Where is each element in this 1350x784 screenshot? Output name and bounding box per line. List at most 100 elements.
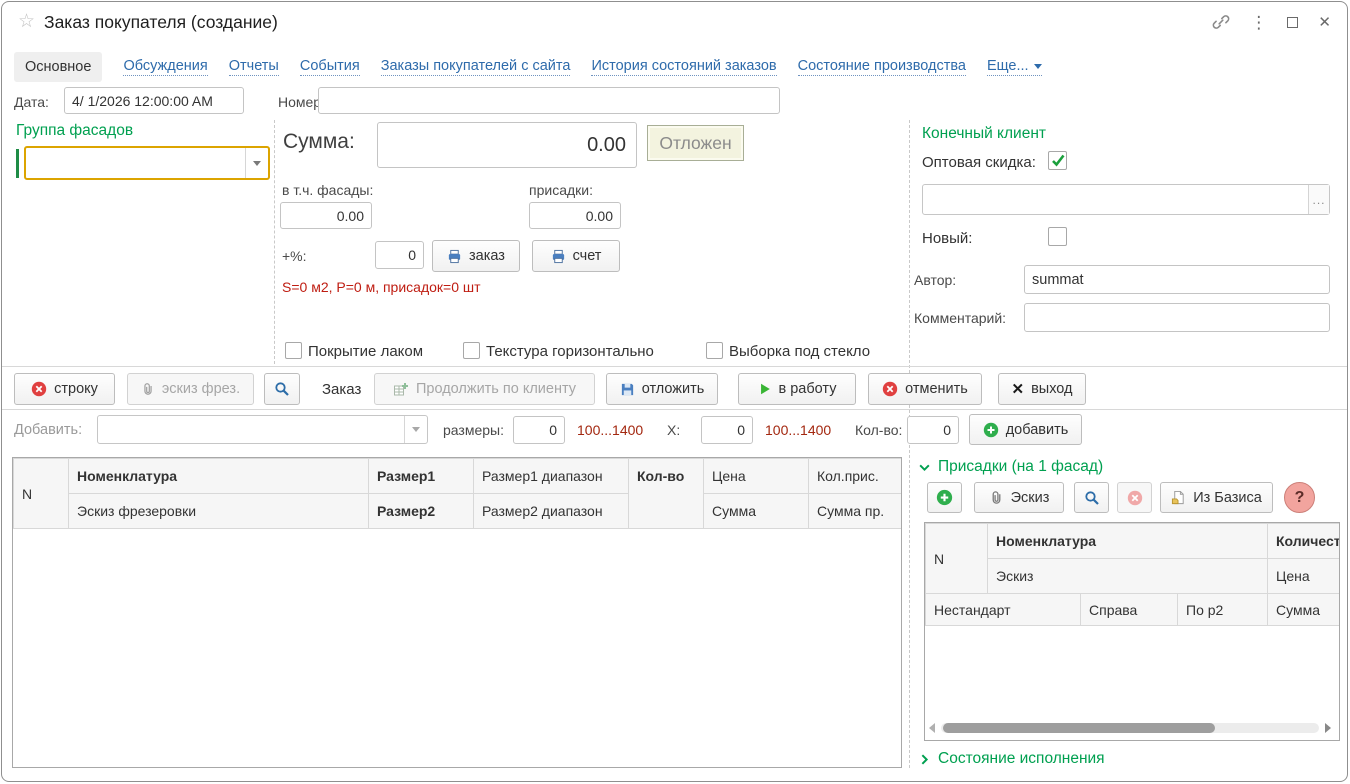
tab-production-state[interactable]: Состояние производства	[798, 58, 966, 76]
page-title: Заказ покупателя (создание)	[44, 12, 278, 33]
cross-icon: ✕	[1012, 380, 1025, 398]
delete-row-button[interactable]: строку	[14, 373, 115, 405]
scroll-right-arrow[interactable]	[1325, 723, 1331, 733]
additives-sketch-button[interactable]: Эскиз	[974, 482, 1064, 513]
add-button[interactable]: добавить	[969, 414, 1082, 445]
horizontal-scrollbar[interactable]	[929, 721, 1331, 735]
tab-more[interactable]: Еще...	[987, 58, 1042, 76]
order-form-window: ☆ Заказ покупателя (создание) ⋮ ✕ Основн…	[1, 1, 1348, 782]
search-button[interactable]	[264, 373, 300, 405]
dropdown-arrow-icon	[253, 161, 261, 166]
print-invoice-button[interactable]: счет	[532, 240, 620, 272]
size1-input[interactable]	[513, 416, 565, 444]
additives-section-header[interactable]: Присадки (на 1 фасад)	[918, 458, 1103, 476]
sizes-label: размеры:	[443, 422, 504, 438]
client-input[interactable]	[923, 185, 1308, 214]
glass-checkbox[interactable]	[706, 342, 723, 359]
lacquer-checkbox[interactable]	[285, 342, 302, 359]
green-plus-circle-icon	[936, 489, 953, 506]
additives-sum-label: присадки:	[529, 182, 593, 198]
texture-checkbox[interactable]	[463, 342, 480, 359]
author-input[interactable]	[1024, 265, 1330, 294]
to-work-button[interactable]: в работу	[738, 373, 856, 405]
close-icon[interactable]: ✕	[1318, 15, 1331, 30]
add-nomenclature-input[interactable]	[98, 416, 404, 443]
sum-input[interactable]	[377, 122, 637, 168]
separator-horizontal-1	[2, 366, 1348, 367]
sum-label: Сумма:	[283, 130, 355, 154]
percent-input[interactable]	[375, 241, 424, 269]
size2-input[interactable]	[701, 416, 753, 444]
incl-facades-input[interactable]	[280, 202, 372, 229]
tab-site-orders[interactable]: Заказы покупателей с сайта	[381, 58, 571, 76]
order-items-table[interactable]: N Номенклатура Размер1 Размер1 диапазон …	[12, 457, 902, 768]
tab-discussions[interactable]: Обсуждения	[123, 58, 207, 76]
facade-group-combo[interactable]	[24, 146, 270, 180]
printer-icon	[551, 249, 566, 264]
date-input[interactable]	[64, 87, 244, 114]
x-label: X:	[667, 422, 680, 438]
help-button[interactable]: ?	[1284, 482, 1315, 513]
scrollbar-thumb[interactable]	[943, 723, 1215, 733]
add-nomenclature-combo[interactable]	[97, 415, 428, 444]
link-icon[interactable]	[1212, 13, 1230, 31]
tab-order-history[interactable]: История состояний заказов	[591, 58, 776, 76]
additives-search-button[interactable]	[1074, 482, 1109, 513]
favorite-star-icon[interactable]: ☆	[18, 12, 35, 31]
wholesale-label: Оптовая скидка:	[922, 154, 1036, 171]
tab-reports[interactable]: Отчеты	[229, 58, 279, 76]
red-cross-circle-icon	[31, 381, 47, 397]
col-header-qty: Кол-во	[629, 459, 704, 529]
client-section-title: Конечный клиент	[922, 125, 1046, 143]
tab-main[interactable]: Основное	[14, 52, 102, 82]
red-cross-circle-icon	[882, 381, 898, 397]
col-header-n: N	[14, 459, 69, 529]
wholesale-checkbox[interactable]	[1048, 151, 1067, 170]
facade-group-dropdown-button[interactable]	[245, 148, 268, 178]
paperclip-icon	[989, 490, 1004, 505]
additives-table[interactable]: N Номенклатура Количество Эскиз Цена Нес…	[924, 522, 1340, 741]
search-icon	[1084, 490, 1100, 506]
scrollbar-track[interactable]	[941, 723, 1319, 733]
additives-delete-button[interactable]	[1117, 482, 1152, 513]
maximize-icon[interactable]	[1287, 17, 1298, 28]
more-menu-icon[interactable]: ⋮	[1250, 14, 1267, 31]
additives-col-n: N	[926, 524, 988, 594]
additives-sum-input[interactable]	[529, 202, 621, 229]
percent-label: +%:	[282, 248, 307, 264]
exit-button[interactable]: ✕ выход	[998, 373, 1086, 405]
col-header-sum: Сумма	[704, 494, 809, 529]
col-header-add-qty: Кол.прис.	[809, 459, 902, 494]
additives-col-by-r2: По р2	[1178, 594, 1268, 626]
tab-bar: Основное Обсуждения Отчеты События Заказ…	[14, 52, 1042, 82]
qty-input[interactable]	[907, 416, 959, 444]
continue-by-client-button[interactable]: Продолжить по клиенту	[374, 373, 595, 405]
comment-input[interactable]	[1024, 303, 1330, 332]
additives-add-button[interactable]	[927, 482, 962, 513]
facade-group-label: Группа фасадов	[16, 122, 133, 140]
additives-col-right: Справа	[1081, 594, 1178, 626]
hold-order-button[interactable]: отложить	[606, 373, 718, 405]
client-field[interactable]: ...	[922, 184, 1330, 215]
additives-title: Присадки (на 1 фасад)	[938, 458, 1103, 476]
number-input[interactable]	[318, 87, 780, 114]
add-combo-dropdown-button[interactable]	[404, 416, 427, 443]
from-basis-button[interactable]: Из Базиса	[1160, 482, 1273, 513]
chevron-down-icon	[1034, 64, 1042, 69]
scroll-left-arrow[interactable]	[929, 723, 935, 733]
red-cross-circle-icon	[1127, 490, 1143, 506]
col-header-size1: Размер1	[369, 459, 474, 494]
print-order-button[interactable]: заказ	[432, 240, 520, 272]
col-header-nomenclature: Номенклатура	[69, 459, 369, 494]
cancel-order-button[interactable]: отменить	[868, 373, 982, 405]
sketch-milling-button[interactable]: эскиз фрез.	[127, 373, 254, 405]
facade-group-input[interactable]	[26, 148, 245, 178]
chevron-down-icon	[918, 461, 931, 474]
execution-section-header[interactable]: Состояние исполнения	[918, 750, 1105, 768]
col-header-size2: Размер2	[369, 494, 474, 529]
new-client-checkbox[interactable]	[1048, 227, 1067, 246]
execution-title: Состояние исполнения	[938, 750, 1105, 768]
new-client-label: Новый:	[922, 230, 972, 247]
tab-events[interactable]: События	[300, 58, 360, 76]
client-lookup-button[interactable]: ...	[1308, 185, 1329, 214]
